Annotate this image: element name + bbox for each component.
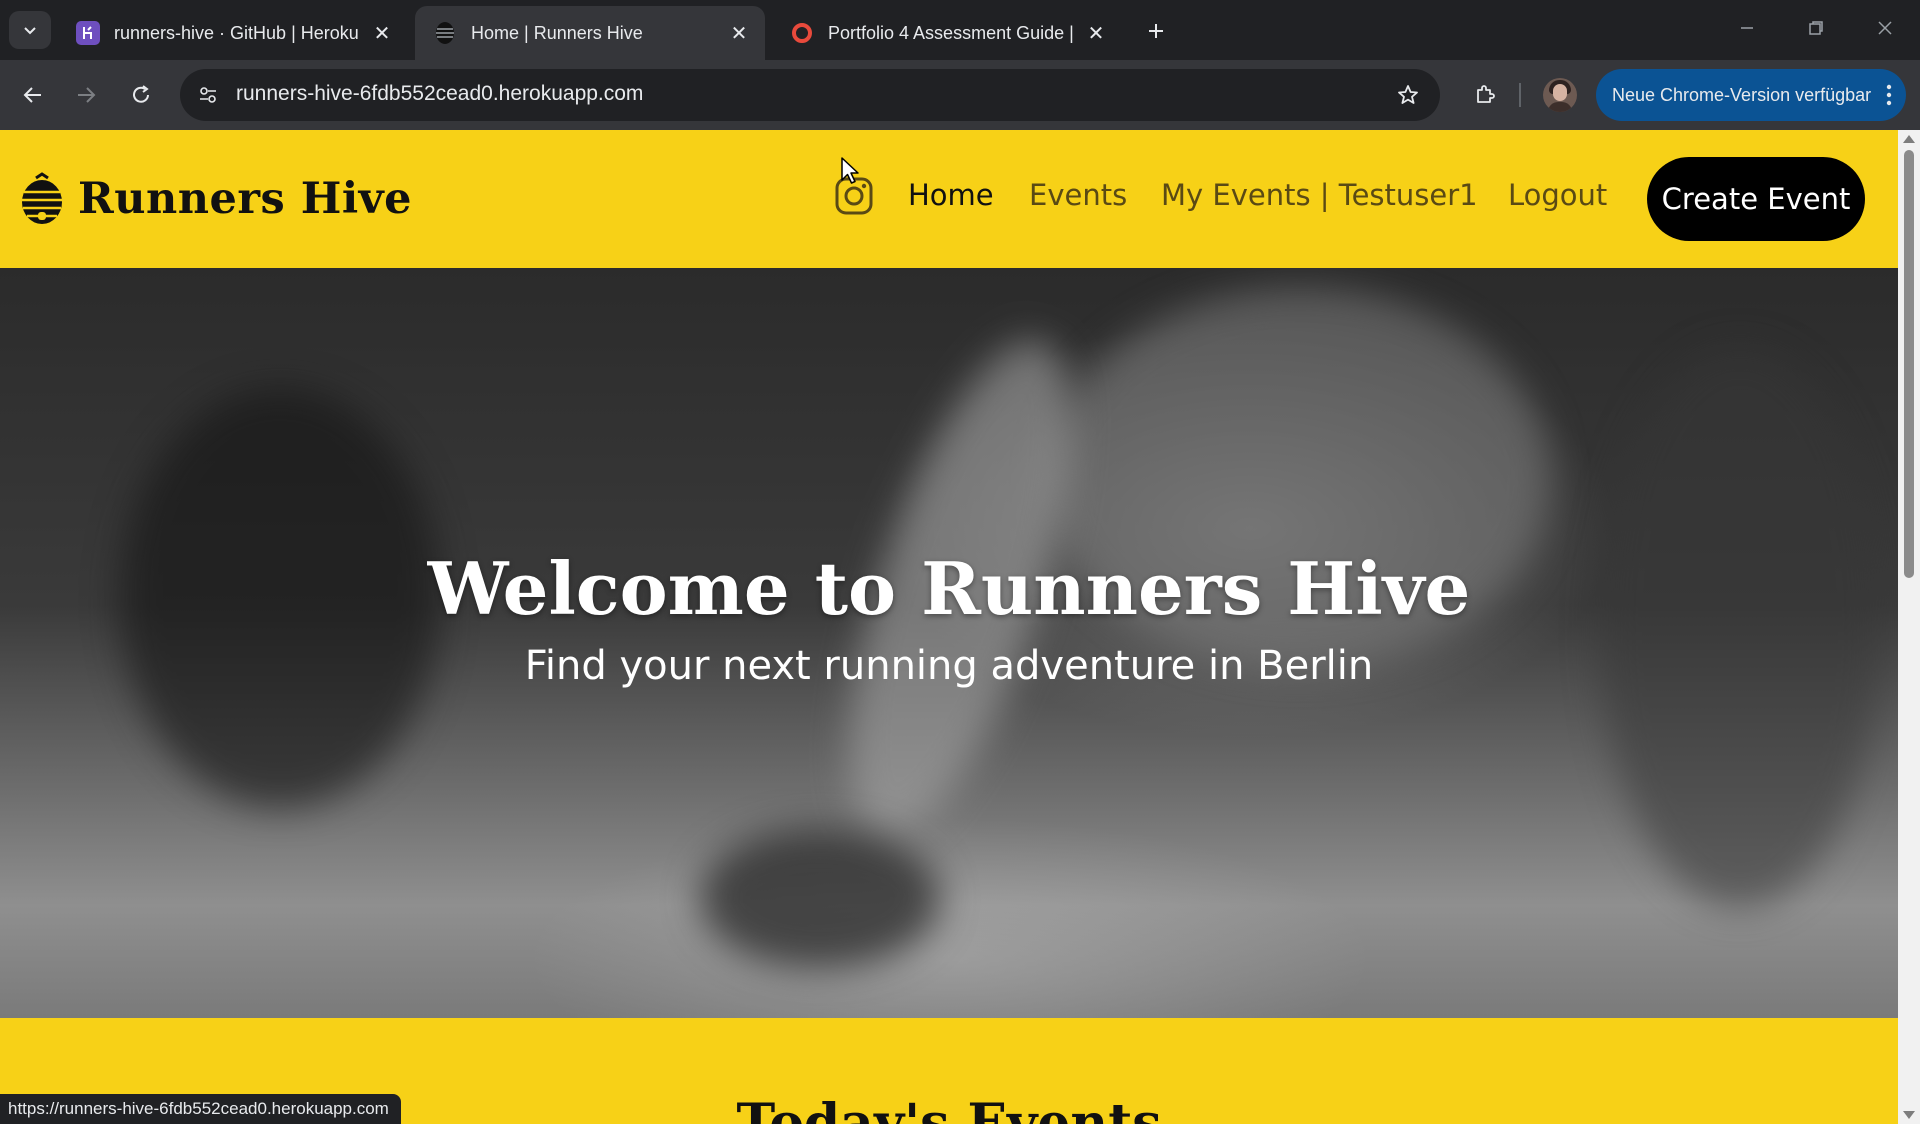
tab-title: runners-hive · GitHub | Heroku (114, 22, 359, 43)
close-icon[interactable]: ✕ (727, 21, 751, 45)
tab-heroku[interactable]: runners-hive · GitHub | Heroku ✕ (58, 6, 408, 60)
tab-runners-hive[interactable]: Home | Runners Hive ✕ (415, 6, 765, 60)
hero-subtitle: Find your next running adventure in Berl… (524, 643, 1374, 689)
hero-banner: Welcome to Runners Hive Find your next r… (0, 268, 1898, 1018)
hero-title: Welcome to Runners Hive (427, 546, 1471, 631)
more-vert-icon (1886, 84, 1892, 106)
tab-portfolio-guide[interactable]: Portfolio 4 Assessment Guide | ✕ (772, 6, 1122, 60)
forward-button[interactable] (66, 75, 106, 115)
extensions-button[interactable] (1466, 76, 1504, 114)
close-icon[interactable]: ✕ (1084, 21, 1108, 45)
toolbar-divider (1519, 83, 1521, 107)
address-bar[interactable]: runners-hive-6fdb552cead0.herokuapp.com (180, 69, 1440, 121)
arrow-left-icon (23, 87, 41, 103)
create-event-button[interactable]: Create Event (1647, 157, 1865, 241)
page-scrollbar[interactable] (1898, 130, 1920, 1124)
close-window-button[interactable] (1862, 10, 1908, 46)
reload-icon (133, 85, 149, 103)
new-tab-button[interactable] (1139, 14, 1173, 48)
reload-button[interactable] (121, 75, 161, 115)
lifebuoy-icon (790, 21, 814, 45)
nav-events[interactable]: Events (1029, 178, 1127, 212)
arrow-right-icon (78, 87, 96, 103)
brand-link[interactable]: Runners Hive (18, 172, 412, 226)
close-icon (1878, 21, 1892, 35)
mouse-pointer-icon (841, 157, 859, 184)
bookmark-star-icon[interactable] (1394, 81, 1422, 109)
tab-title: Portfolio 4 Assessment Guide | (828, 22, 1074, 43)
minimize-icon (1741, 27, 1753, 29)
site-header: Runners Hive Home Events My Events | Tes… (0, 130, 1898, 268)
update-label: Neue Chrome-Version verfügbar (1612, 84, 1872, 105)
heroku-icon (76, 21, 100, 45)
scrollbar-thumb[interactable] (1904, 150, 1914, 578)
back-button[interactable] (13, 75, 53, 115)
url-text[interactable]: runners-hive-6fdb552cead0.herokuapp.com (236, 82, 643, 106)
chevron-down-icon (24, 27, 36, 35)
chrome-update-button[interactable]: Neue Chrome-Version verfügbar (1596, 69, 1906, 121)
plus-icon (1149, 24, 1163, 38)
tab-title: Home | Runners Hive (471, 22, 643, 43)
scroll-up-icon[interactable] (1903, 135, 1915, 143)
page-viewport: Runners Hive Home Events My Events | Tes… (0, 130, 1898, 1124)
nav-my-events[interactable]: My Events | Testuser1 (1161, 178, 1478, 212)
beehive-icon (433, 21, 457, 45)
nav-logout[interactable]: Logout (1508, 178, 1607, 212)
brand-name: Runners Hive (78, 174, 413, 224)
puzzle-icon (1477, 85, 1495, 103)
beehive-logo-icon (22, 172, 62, 224)
tab-strip: runners-hive · GitHub | Heroku ✕ Home | … (0, 0, 1920, 60)
minimize-button[interactable] (1724, 10, 1770, 46)
site-settings-icon[interactable] (194, 81, 222, 109)
hero-photo-shape (700, 828, 940, 968)
nav-home[interactable]: Home (908, 178, 994, 212)
restore-icon (1809, 21, 1823, 35)
restore-button[interactable] (1793, 10, 1839, 46)
tab-search-button[interactable] (9, 11, 51, 49)
close-icon[interactable]: ✕ (370, 21, 394, 45)
browser-toolbar: runners-hive-6fdb552cead0.herokuapp.com … (0, 60, 1920, 130)
scroll-down-icon[interactable] (1903, 1111, 1915, 1119)
status-bar-url: https://runners-hive-6fdb552cead0.heroku… (0, 1094, 401, 1124)
profile-avatar[interactable] (1543, 78, 1577, 112)
